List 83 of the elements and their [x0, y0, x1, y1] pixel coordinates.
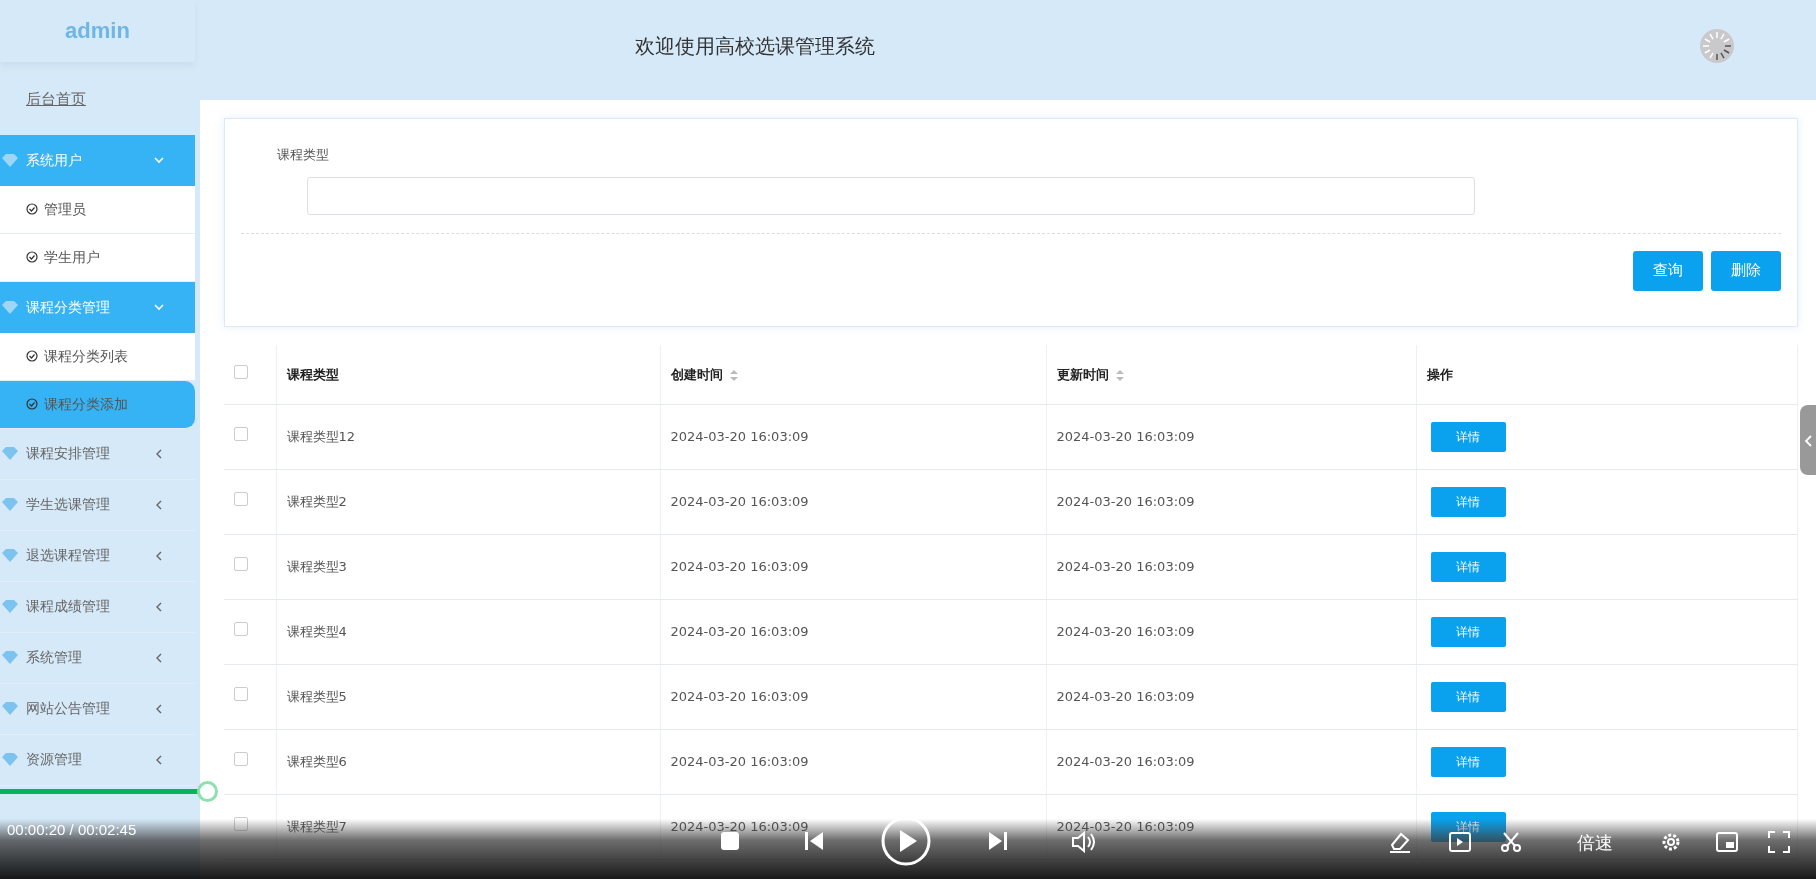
checkbox[interactable]	[234, 426, 248, 441]
collapse-handle[interactable]	[1800, 405, 1816, 475]
submenu-item[interactable]: 学生用户	[0, 233, 195, 282]
check-circle-icon	[26, 350, 38, 362]
details-button[interactable]: 详情	[1430, 681, 1506, 712]
volume-icon[interactable]	[1072, 831, 1098, 853]
action-button[interactable]: 查询	[1633, 250, 1703, 291]
column-header: 课程类型	[276, 345, 660, 404]
stop-icon[interactable]	[720, 831, 740, 851]
details-button[interactable]: 详情	[1430, 811, 1506, 842]
sort-icon	[1115, 369, 1124, 381]
diamond-icon	[0, 446, 18, 461]
diamond-icon	[0, 299, 18, 315]
input-field[interactable]	[307, 176, 1475, 215]
details-button[interactable]: 详情	[1430, 616, 1506, 647]
details-button[interactable]: 详情	[1430, 746, 1506, 777]
submenu-item[interactable]: 课程分类列表	[0, 332, 195, 381]
logo-text: admin	[0, 0, 195, 62]
table-cell: 2024-03-20 16:03:09	[1056, 623, 1195, 639]
table-cell: 课程类型7	[286, 818, 347, 834]
check-circle-icon	[26, 251, 38, 263]
table-cell: 2024-03-20 16:03:09	[670, 818, 809, 834]
spinner-icon	[1700, 29, 1734, 63]
diamond-icon	[0, 701, 18, 716]
submenu-item[interactable]: 管理员	[0, 185, 195, 234]
table-cell: 2024-03-20 16:03:09	[1056, 753, 1195, 769]
table-cell: 2024-03-20 16:03:09	[670, 428, 809, 444]
checkbox[interactable]	[234, 364, 248, 379]
diamond-icon	[0, 752, 18, 767]
checkbox[interactable]	[234, 686, 248, 701]
speed-button[interactable]: 倍速	[1577, 829, 1613, 856]
column-header[interactable]: 创建时间	[660, 345, 1046, 404]
time-text: 00:00:20 / 00:02:45	[7, 821, 137, 838]
scissors-icon[interactable]	[1500, 831, 1522, 853]
table-cell: 2024-03-20 16:03:09	[670, 493, 809, 509]
table-cell: 课程类型5	[286, 688, 347, 704]
playlist-icon[interactable]	[1448, 831, 1472, 853]
picture-in-picture-icon[interactable]	[1715, 831, 1739, 853]
menu-link[interactable]: 后台首页	[0, 62, 195, 135]
eraser-icon[interactable]	[1388, 831, 1412, 853]
checkbox[interactable]	[234, 556, 248, 571]
diamond-icon	[0, 650, 18, 665]
table-cell: 2024-03-20 16:03:09	[670, 558, 809, 574]
column-header[interactable]: 更新时间	[1046, 345, 1416, 404]
table-cell: 2024-03-20 16:03:09	[1056, 818, 1195, 834]
table-cell: 2024-03-20 16:03:09	[670, 688, 809, 704]
details-button[interactable]: 详情	[1430, 551, 1506, 582]
fullscreen-icon[interactable]	[1768, 831, 1790, 853]
checkbox[interactable]	[234, 816, 248, 831]
table-cell: 课程类型12	[286, 428, 356, 444]
chevron-down-icon	[153, 154, 165, 166]
table-cell: 课程类型3	[286, 558, 347, 574]
sort-icon	[729, 369, 738, 381]
checkbox[interactable]	[234, 491, 248, 506]
table-cell: 2024-03-20 16:03:09	[1056, 428, 1195, 444]
table-cell: 课程类型6	[286, 753, 347, 769]
diamond-icon	[0, 548, 18, 563]
diamond-icon	[0, 497, 18, 512]
check-circle-icon	[26, 398, 38, 410]
checkbox[interactable]	[234, 621, 248, 636]
settings-icon[interactable]	[1660, 831, 1682, 853]
table-cell: 2024-03-20 16:03:09	[1056, 493, 1195, 509]
submenu-item[interactable]: 课程分类添加	[0, 380, 195, 429]
diamond-icon	[0, 152, 18, 168]
table-cell: 课程类型4	[286, 623, 347, 639]
table-cell: 课程类型2	[286, 493, 347, 509]
field-label: 课程类型	[277, 146, 330, 164]
next-icon[interactable]	[988, 831, 1008, 851]
table-cell: 2024-03-20 16:03:09	[1056, 688, 1195, 704]
table-cell: 2024-03-20 16:03:09	[1056, 558, 1195, 574]
checkbox[interactable]	[234, 751, 248, 766]
column-header: 操作	[1416, 345, 1798, 404]
diamond-icon	[0, 599, 18, 614]
chevron-down-icon	[153, 301, 165, 313]
check-circle-icon	[26, 203, 38, 215]
action-button[interactable]: 删除	[1711, 250, 1781, 291]
page-title: 欢迎使用高校选课管理系统	[635, 33, 875, 60]
previous-icon[interactable]	[804, 831, 824, 851]
table-cell: 2024-03-20 16:03:09	[670, 753, 809, 769]
chevron-left-icon	[1804, 434, 1812, 447]
table-cell: 2024-03-20 16:03:09	[670, 623, 809, 639]
details-button[interactable]: 详情	[1430, 421, 1506, 452]
details-button[interactable]: 详情	[1430, 486, 1506, 517]
